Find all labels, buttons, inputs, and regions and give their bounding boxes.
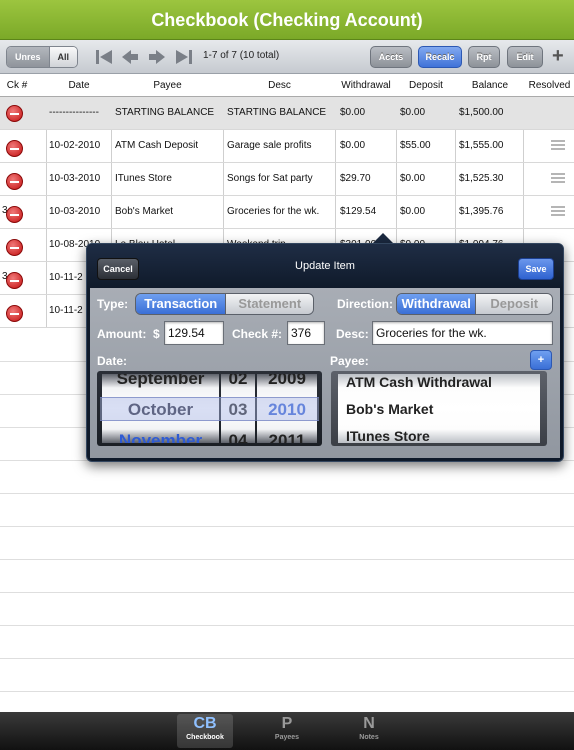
delete-icon[interactable] bbox=[6, 239, 23, 256]
popover-title: Update Item bbox=[295, 260, 355, 272]
payee-option[interactable]: ITunes Store bbox=[346, 428, 430, 443]
toolbar: Unres All 1-7 of 7 (10 total) Accts Reca… bbox=[0, 40, 574, 74]
report-button[interactable]: Rpt bbox=[468, 46, 500, 68]
column-header-resolved: Resolved bbox=[528, 80, 571, 91]
popover-header: Update Item Cancel Save bbox=[87, 244, 563, 288]
check-number-input[interactable]: 376 bbox=[287, 321, 325, 345]
column-header-payee: Payee bbox=[153, 80, 182, 91]
add-payee-button[interactable]: + bbox=[530, 350, 552, 370]
recalc-button[interactable]: Recalc bbox=[418, 46, 462, 68]
column-header-withdrawal: Withdrawal bbox=[341, 80, 391, 91]
column-header-deposit: Deposit bbox=[409, 80, 443, 91]
notes-icon: N bbox=[363, 715, 375, 732]
last-page-icon[interactable] bbox=[175, 49, 193, 65]
desc-input[interactable]: Groceries for the wk. bbox=[372, 321, 553, 345]
amount-input[interactable]: 129.54 bbox=[164, 321, 224, 345]
type-transaction-button[interactable]: Transaction bbox=[136, 294, 226, 314]
next-page-icon[interactable] bbox=[148, 49, 166, 65]
edit-button[interactable]: Edit bbox=[507, 46, 543, 68]
add-transaction-button[interactable]: + bbox=[552, 45, 564, 68]
column-header-balance: Balance bbox=[471, 80, 509, 91]
column-header-check: Ck # bbox=[6, 80, 28, 91]
date-selection-band bbox=[100, 397, 319, 421]
date-picker[interactable]: September October November 02 03 04 2009… bbox=[97, 371, 322, 446]
payee-label: Payee: bbox=[330, 354, 369, 368]
type-segmented-control: Transaction Statement bbox=[135, 293, 314, 315]
delete-icon[interactable] bbox=[6, 173, 23, 190]
payees-icon: P bbox=[281, 715, 293, 732]
tab-bar: CB Checkbook P Payees N Notes bbox=[0, 712, 574, 750]
column-header-date: Date bbox=[68, 80, 90, 91]
delete-icon[interactable] bbox=[6, 140, 23, 157]
direction-deposit-button[interactable]: Deposit bbox=[475, 294, 552, 314]
tab-notes[interactable]: N Notes bbox=[341, 714, 397, 748]
currency-symbol: $ bbox=[153, 327, 160, 341]
filter-segmented-control: Unres All bbox=[6, 46, 79, 68]
tab-checkbook[interactable]: CB Checkbook bbox=[177, 714, 233, 748]
drag-handle-icon[interactable] bbox=[551, 206, 565, 217]
table-row[interactable]: 10-03-2010 ITunes Store Songs for Sat pa… bbox=[0, 163, 574, 196]
previous-page-icon[interactable] bbox=[121, 49, 139, 65]
filter-all-button[interactable]: All bbox=[48, 47, 78, 67]
accounts-button[interactable]: Accts bbox=[370, 46, 412, 68]
tab-payees[interactable]: P Payees bbox=[259, 714, 315, 748]
direction-withdrawal-button[interactable]: Withdrawal bbox=[397, 294, 476, 314]
column-header-desc: Desc bbox=[268, 80, 291, 91]
filter-unresolved-button[interactable]: Unres bbox=[7, 47, 49, 67]
delete-icon[interactable] bbox=[6, 305, 23, 322]
first-page-icon[interactable] bbox=[95, 49, 113, 65]
table-header: Ck # Date Payee Desc Withdrawal Deposit … bbox=[0, 75, 574, 97]
delete-icon[interactable] bbox=[6, 105, 23, 122]
payee-picker[interactable]: ATM Cash Withdrawal Bob's Market ITunes … bbox=[331, 371, 547, 446]
check-number-label: Check #: bbox=[232, 327, 283, 341]
drag-handle-icon[interactable] bbox=[551, 173, 565, 184]
drag-handle-icon[interactable] bbox=[551, 140, 565, 151]
payee-option[interactable]: ATM Cash Withdrawal bbox=[346, 374, 492, 390]
date-label: Date: bbox=[97, 354, 128, 368]
save-button[interactable]: Save bbox=[518, 258, 554, 280]
direction-segmented-control: Withdrawal Deposit bbox=[396, 293, 553, 315]
checkbook-icon: CB bbox=[193, 715, 217, 732]
type-label: Type: bbox=[97, 297, 129, 311]
record-count: 1-7 of 7 (10 total) bbox=[203, 50, 280, 61]
type-statement-button[interactable]: Statement bbox=[225, 294, 313, 314]
delete-icon[interactable] bbox=[6, 272, 23, 289]
desc-label: Desc: bbox=[336, 327, 369, 341]
direction-label: Direction: bbox=[337, 297, 394, 311]
app-title: Checkbook (Checking Account) bbox=[0, 0, 574, 40]
amount-label: Amount: bbox=[97, 327, 147, 341]
cancel-button[interactable]: Cancel bbox=[97, 258, 139, 280]
payee-option[interactable]: Bob's Market bbox=[346, 401, 433, 417]
delete-icon[interactable] bbox=[6, 206, 23, 223]
table-row[interactable]: 10-02-2010 ATM Cash Deposit Garage sale … bbox=[0, 130, 574, 163]
table-row[interactable]: 3 10-03-2010 Bob's Market Groceries for … bbox=[0, 196, 574, 229]
table-row[interactable]: --------------- STARTING BALANCE STARTIN… bbox=[0, 97, 574, 130]
